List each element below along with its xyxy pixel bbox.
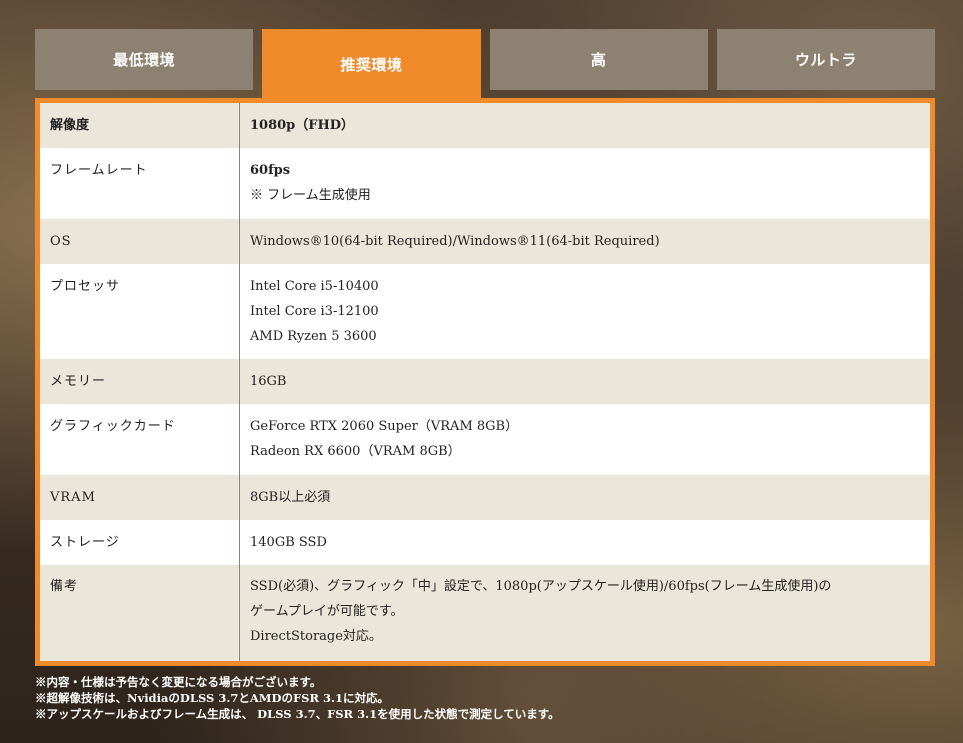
value-line: Intel Core i3-12100 bbox=[250, 304, 379, 319]
row-label: プロセッサ bbox=[40, 264, 240, 359]
table-row-processor: プロセッサ Intel Core i5-10400 Intel Core i3-… bbox=[40, 264, 930, 359]
row-label: ストレージ bbox=[40, 520, 240, 565]
row-label: メモリー bbox=[40, 359, 240, 404]
footnote: ※内容・仕様は予告なく変更になる場合がございます。 bbox=[35, 675, 322, 689]
value-line: Windows®10(64-bit Required)/Windows®11(6… bbox=[250, 234, 660, 249]
footnotes: ※内容・仕様は予告なく変更になる場合がございます。 ※超解像技術は、Nvidia… bbox=[35, 674, 935, 722]
value-line: AMD Ryzen 5 3600 bbox=[250, 329, 377, 344]
value-line: ゲームプレイが可能です。 bbox=[250, 604, 404, 619]
spec-table: 解像度 1080p（FHD） フレームレート 60fps ※ フレーム生成使用 … bbox=[40, 103, 930, 661]
row-label: グラフィックカード bbox=[40, 404, 240, 475]
footnote: ※超解像技術は、NvidiaのDLSS 3.7とAMDのFSR 3.1に対応。 bbox=[35, 691, 390, 705]
row-value: 8GB以上必須 bbox=[239, 475, 930, 520]
row-label: VRAM bbox=[40, 475, 240, 520]
value-line: 8GB以上必須 bbox=[250, 490, 331, 505]
table-row-os: OS Windows®10(64-bit Required)/Windows®1… bbox=[40, 219, 930, 264]
tab-recommended[interactable]: 推奨環境 bbox=[262, 29, 481, 99]
row-value: 16GB bbox=[239, 359, 930, 404]
table-row-vram: VRAM 8GB以上必須 bbox=[40, 475, 930, 520]
row-value: GeForce RTX 2060 Super（VRAM 8GB） Radeon … bbox=[240, 404, 931, 475]
value-line: 60fps bbox=[250, 163, 291, 178]
value-line: GeForce RTX 2060 Super（VRAM 8GB） bbox=[250, 419, 519, 434]
value-line: 16GB bbox=[250, 374, 287, 389]
value-line: SSD(必須)、グラフィック「中」設定で、1080p(アップスケール使用)/60… bbox=[250, 579, 832, 594]
table-row-memory: メモリー 16GB bbox=[40, 359, 930, 404]
row-value: 1080p（FHD） bbox=[239, 103, 930, 148]
tab-minimum[interactable]: 最低環境 bbox=[35, 29, 254, 90]
row-label: 解像度 bbox=[40, 103, 240, 148]
value-line: ※ フレーム生成使用 bbox=[250, 188, 371, 203]
spec-tabs: 最低環境 推奨環境 高 ウルトラ bbox=[35, 29, 935, 99]
row-value: Windows®10(64-bit Required)/Windows®11(6… bbox=[239, 219, 930, 264]
row-value: SSD(必須)、グラフィック「中」設定で、1080p(アップスケール使用)/60… bbox=[239, 565, 930, 661]
spec-panel: 解像度 1080p（FHD） フレームレート 60fps ※ フレーム生成使用 … bbox=[35, 98, 935, 666]
tab-high[interactable]: 高 bbox=[489, 29, 708, 90]
row-value: 140GB SSD bbox=[240, 520, 931, 565]
row-label: フレームレート bbox=[40, 148, 240, 219]
value-line: DirectStorage対応。 bbox=[250, 629, 382, 644]
table-row-resolution: 解像度 1080p（FHD） bbox=[40, 103, 930, 148]
row-value: 60fps ※ フレーム生成使用 bbox=[240, 148, 931, 219]
table-row-framerate: フレームレート 60fps ※ フレーム生成使用 bbox=[40, 148, 930, 219]
footnote: ※アップスケールおよびフレーム生成は、 DLSS 3.7、FSR 3.1を使用し… bbox=[35, 707, 560, 721]
value-line: Intel Core i5-10400 bbox=[250, 279, 379, 294]
table-row-storage: ストレージ 140GB SSD bbox=[40, 520, 930, 565]
table-row-remarks: 備考 SSD(必須)、グラフィック「中」設定で、1080p(アップスケール使用)… bbox=[40, 565, 930, 661]
tab-ultra[interactable]: ウルトラ bbox=[716, 29, 935, 90]
row-label: OS bbox=[40, 219, 240, 264]
value-line: 1080p（FHD） bbox=[250, 118, 355, 133]
row-label: 備考 bbox=[40, 565, 240, 661]
value-line: 140GB SSD bbox=[250, 535, 327, 550]
row-value: Intel Core i5-10400 Intel Core i3-12100 … bbox=[240, 264, 931, 359]
table-row-graphics-card: グラフィックカード GeForce RTX 2060 Super（VRAM 8G… bbox=[40, 404, 930, 475]
value-line: Radeon RX 6600（VRAM 8GB） bbox=[250, 444, 461, 459]
